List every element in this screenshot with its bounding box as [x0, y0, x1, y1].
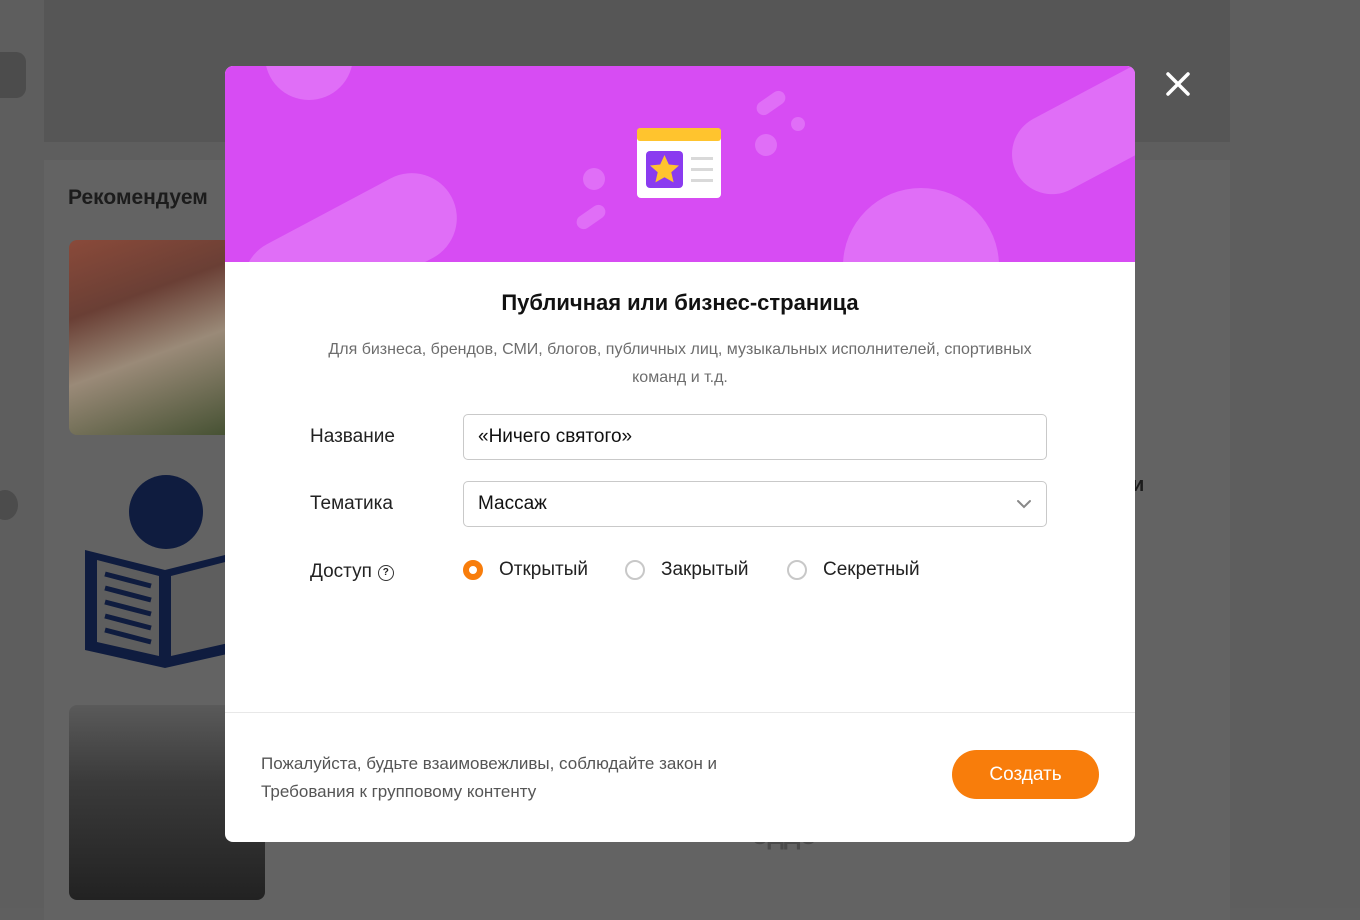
topic-label: Тематика	[310, 493, 393, 514]
access-label-row: Доступ?	[310, 561, 394, 583]
modal-banner	[225, 66, 1135, 262]
modal-title: Публичная или бизнес-страница	[501, 290, 859, 315]
bg-left-pill	[0, 52, 26, 98]
access-radio-secret[interactable]: Секретный	[787, 559, 920, 581]
chevron-down-icon	[1017, 500, 1031, 509]
bg-left-dot	[0, 490, 18, 520]
name-input[interactable]	[463, 414, 1047, 460]
create-button[interactable]: Создать	[952, 750, 1099, 799]
radio-unchecked-icon	[787, 560, 807, 580]
access-option-label: Открытый	[499, 559, 588, 580]
footer-rules-text: Пожалуйста, будьте взаимовежливы, соблюд…	[261, 754, 718, 801]
close-icon[interactable]	[1160, 66, 1196, 102]
name-label: Название	[310, 426, 395, 447]
access-label: Доступ	[310, 561, 372, 582]
access-radio-closed[interactable]: Закрытый	[625, 559, 749, 581]
radio-unchecked-icon	[625, 560, 645, 580]
access-option-label: Закрытый	[661, 559, 749, 580]
banner-illustration	[243, 66, 1135, 262]
page-star-icon	[637, 128, 721, 198]
footer-divider	[225, 712, 1135, 713]
bg-recommend-heading: Рекомендуем	[68, 186, 208, 209]
topic-select[interactable]: Массаж	[463, 481, 1047, 527]
modal-subtitle: Для бизнеса, брендов, СМИ, блогов, публи…	[328, 341, 1032, 386]
question-circle-icon[interactable]: ?	[377, 565, 394, 581]
create-page-modal: Публичная или бизнес-страница Для бизнес…	[225, 66, 1135, 842]
radio-checked-icon	[463, 560, 483, 580]
access-radio-open[interactable]: Открытый	[463, 559, 588, 581]
topic-selected-value: Массаж	[478, 493, 547, 514]
access-option-label: Секретный	[823, 559, 920, 580]
